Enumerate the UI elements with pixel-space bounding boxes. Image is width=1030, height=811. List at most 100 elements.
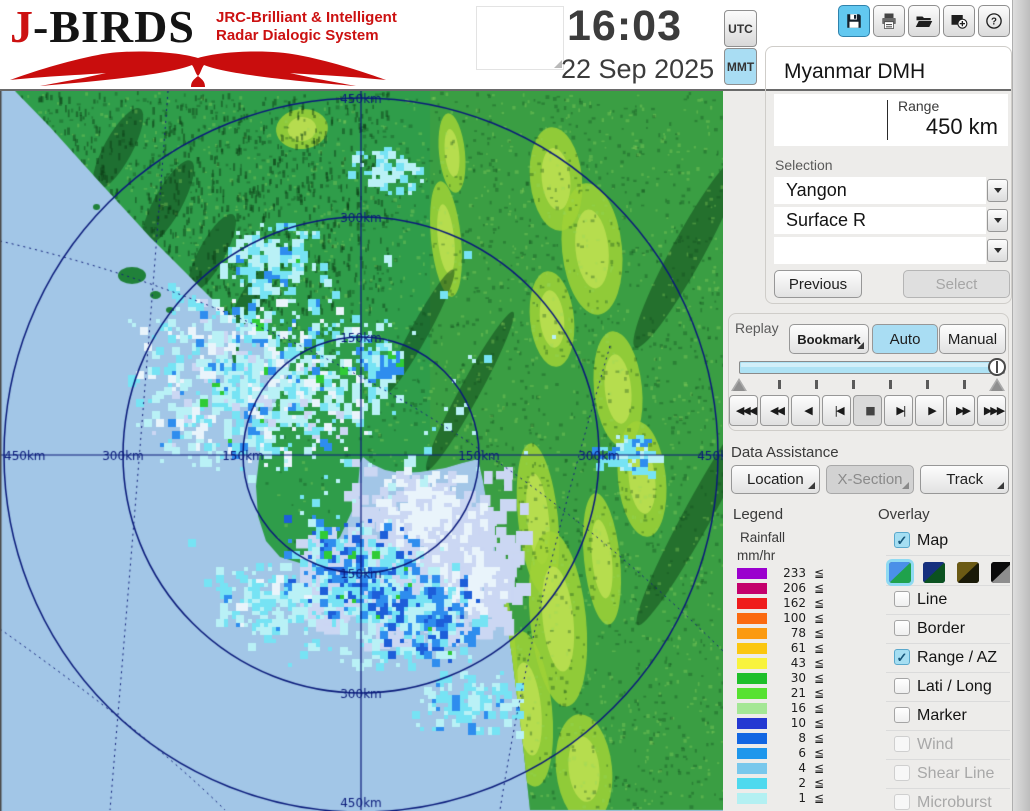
playback-button[interactable]: ▶▶▶ — [977, 395, 1006, 426]
print-button[interactable] — [873, 5, 905, 37]
logo-text-birds: -BIRDS — [33, 1, 195, 52]
legend-label: Legend — [733, 506, 784, 523]
replay-manual-button[interactable]: Manual — [939, 324, 1006, 354]
overlay-option-label: Microburst — [917, 794, 992, 811]
legend-row: 21 ≦ — [730, 686, 832, 701]
timeline-tick — [889, 380, 892, 389]
map-style-swatch[interactable] — [957, 562, 979, 583]
legend-value: 21 — [790, 686, 806, 700]
select-button[interactable]: Select — [903, 270, 1010, 298]
overlay-checkbox[interactable] — [894, 736, 910, 752]
range-box: Range 450 km — [774, 94, 1008, 146]
eagle-logo-graphic — [10, 51, 386, 87]
dropdown-button[interactable] — [987, 209, 1008, 232]
timezone-utc-button[interactable]: UTC — [724, 10, 757, 47]
playback-button[interactable]: ◀◀ — [760, 395, 789, 426]
data-assistance-button[interactable]: Track — [920, 465, 1010, 494]
timeline-tick — [778, 380, 781, 389]
legend-leq-symbol: ≦ — [813, 731, 824, 745]
replay-timeline-track[interactable] — [739, 361, 1005, 374]
dropdown-button[interactable] — [987, 239, 1008, 262]
radar-map-display[interactable] — [0, 91, 723, 811]
replay-timeline-handle[interactable] — [988, 358, 1006, 376]
legend-row: 78 ≦ — [730, 626, 832, 641]
overlay-option[interactable]: Line — [886, 586, 1010, 615]
timeline-tick — [926, 380, 929, 389]
svg-text:?: ? — [991, 16, 997, 27]
timezone-mmt-button[interactable]: MMT — [724, 48, 757, 85]
playback-button[interactable]: ▶ — [915, 395, 944, 426]
selection-dropdown — [774, 237, 1008, 264]
playback-button[interactable]: ▶▶ — [946, 395, 975, 426]
overlay-option[interactable]: Shear Line — [886, 760, 1010, 789]
playback-button[interactable]: ■ — [853, 395, 882, 426]
save-icon — [847, 14, 861, 28]
save-button[interactable] — [838, 5, 870, 37]
playback-button[interactable]: ◀◀◀ — [729, 395, 758, 426]
legend-color-swatch — [737, 718, 767, 729]
overlay-checkbox[interactable] — [894, 649, 910, 665]
legend-value: 4 — [798, 761, 806, 775]
data-assistance-button[interactable]: Location — [731, 465, 820, 494]
map-style-swatch[interactable] — [991, 562, 1010, 583]
overlay-checkbox[interactable] — [894, 620, 910, 636]
overlay-option[interactable]: Range / AZ — [886, 644, 1010, 673]
overlay-checkbox[interactable] — [894, 678, 910, 694]
open-folder-button[interactable] — [908, 5, 940, 37]
map-style-swatch[interactable] — [889, 562, 911, 583]
selection-label: Selection — [775, 157, 833, 173]
overlay-checkbox[interactable] — [894, 794, 910, 810]
playback-button[interactable]: |◀ — [822, 395, 851, 426]
overlay-option[interactable]: Lati / Long — [886, 673, 1010, 702]
playback-button[interactable]: ▶| — [884, 395, 913, 426]
logo-tagline-1: JRC-Brilliant & Intelligent — [216, 9, 397, 26]
add-image-button[interactable] — [943, 5, 975, 37]
legend-color-swatch — [737, 613, 767, 624]
replay-label: Replay — [735, 320, 779, 336]
replay-auto-button[interactable]: Auto — [872, 324, 938, 354]
annotation-box[interactable] — [476, 6, 564, 70]
data-assistance-button-label: Track — [946, 471, 984, 488]
legend-color-swatch — [737, 703, 767, 714]
overlay-checkbox[interactable] — [894, 765, 910, 781]
map-style-swatch[interactable] — [923, 562, 945, 583]
legend-value: 78 — [790, 626, 806, 640]
clock-date: 22 Sep 2025 — [561, 54, 715, 84]
chevron-down-icon — [993, 218, 1002, 223]
overlay-option-label: Marker — [917, 707, 967, 724]
overlay-option[interactable]: Border — [886, 615, 1010, 644]
range-value: 450 km — [925, 114, 998, 139]
dropdown-button[interactable] — [987, 179, 1008, 202]
previous-button[interactable]: Previous — [774, 270, 862, 298]
overlay-option[interactable]: Microburst — [886, 789, 1010, 811]
legend-leq-symbol: ≦ — [813, 701, 824, 715]
overlay-checkbox[interactable] — [894, 707, 910, 723]
dropdown-value[interactable] — [774, 237, 986, 264]
legend-scale: 233 ≦ 206 ≦ 162 ≦ 100 ≦ 78 ≦ 61 ≦ 43 ≦ 3… — [730, 566, 832, 806]
playback-button[interactable]: ◀ — [791, 395, 820, 426]
bookmark-button-label: Bookmark — [797, 331, 861, 347]
data-assistance-button-label: Location — [746, 471, 804, 488]
overlay-checkbox[interactable] — [894, 591, 910, 607]
legend-leq-symbol: ≦ — [813, 641, 824, 655]
legend-color-swatch — [737, 763, 767, 774]
checkbox-map[interactable] — [894, 532, 910, 548]
overlay-option[interactable]: Wind — [886, 731, 1010, 760]
right-gutter — [1012, 0, 1030, 811]
clock-time: 16:03 — [567, 2, 682, 50]
data-assistance-button[interactable]: X-Section — [825, 465, 915, 494]
help-button[interactable]: ? — [978, 5, 1010, 37]
legend-title-rainfall: Rainfall — [740, 530, 786, 545]
dropdown-value[interactable]: Yangon — [774, 177, 986, 204]
overlay-option-map[interactable]: Map — [886, 527, 1010, 556]
timeline-tick — [963, 380, 966, 389]
bookmark-button[interactable]: Bookmark — [789, 324, 869, 354]
menu-corner-icon — [997, 482, 1005, 489]
legend-leq-symbol: ≦ — [813, 611, 824, 625]
dropdown-value[interactable]: Surface R — [774, 207, 986, 234]
timeline-end-marker-icon[interactable] — [989, 378, 1005, 391]
overlay-option[interactable]: Marker — [886, 702, 1010, 731]
jbirds-application: J-BIRDS JRC-Brilliant & Intelligent Rada… — [0, 0, 1030, 811]
legend-title-units: mm/hr — [737, 548, 776, 563]
timeline-start-marker-icon[interactable] — [731, 378, 747, 391]
